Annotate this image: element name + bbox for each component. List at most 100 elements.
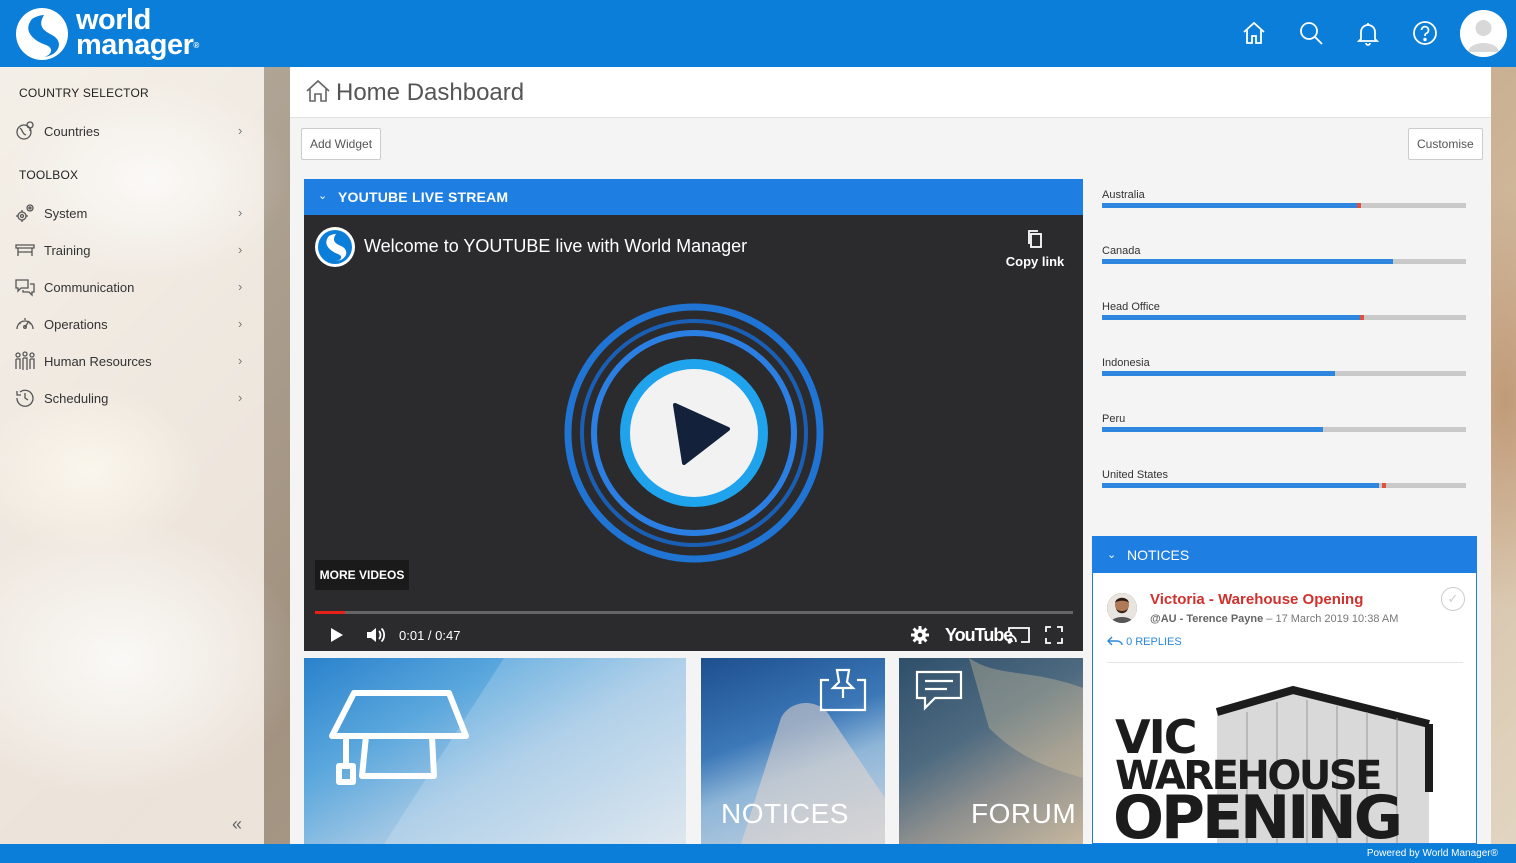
user-avatar[interactable] [1460,10,1507,57]
copy-link-button[interactable]: Copy link [1004,225,1066,273]
copy-link-label: Copy link [1005,254,1065,269]
replies-link[interactable]: 0 REPLIES [1107,636,1182,648]
training-icon [15,244,35,256]
stat-row: Head Office [1102,301,1467,341]
volume-icon[interactable] [365,625,387,645]
widget-title: YOUTUBE LIVE STREAM [338,189,509,205]
chevron-right-icon: › [238,316,243,331]
forum-tile[interactable]: FORUM [899,658,1083,844]
globe-icon [16,121,34,140]
divider [1107,662,1463,663]
user-silhouette-icon [1460,10,1507,57]
sidebar-item-human-resources[interactable]: Human Resources › [0,344,264,378]
stat-bar-marker [1382,483,1386,488]
mark-read-check-icon[interactable]: ✓ [1441,587,1465,611]
help-icon[interactable] [1411,19,1439,47]
main-panel: Home Dashboard Add Widget Customise ⌄ YO… [290,67,1491,844]
people-icon [15,351,35,370]
stat-bar-fill [1102,259,1393,264]
channel-avatar[interactable] [315,227,355,267]
youtube-logo[interactable]: YouTube [945,625,1013,646]
toolbox-title: TOOLBOX [19,168,79,182]
sidebar-item-countries[interactable]: Countries › [0,114,264,148]
gauge-icon [16,318,34,330]
more-videos-button[interactable]: MORE VIDEOS [315,560,409,590]
collapse-sidebar-icon[interactable]: « [232,814,242,835]
training-tile[interactable] [304,658,686,844]
stat-bar-fill [1102,315,1360,320]
notices-widget-header[interactable]: ⌄ NOTICES [1093,537,1476,573]
stat-label: Canada [1102,245,1141,257]
image-text-opening: OPENING [1113,783,1403,844]
home-icon[interactable] [1240,19,1268,47]
video-time: 0:01 / 0:47 [399,628,461,643]
customise-button[interactable]: Customise [1408,128,1483,160]
youtube-widget-header[interactable]: ⌄ YOUTUBE LIVE STREAM [304,179,1083,215]
search-icon[interactable] [1297,19,1325,47]
stat-row: Peru [1102,413,1467,453]
sidebar-item-label: Human Resources [44,354,152,369]
video-progress-bar[interactable] [315,611,1073,614]
stat-bar [1102,315,1466,320]
sidebar-item-label: System [44,206,88,221]
chat-icon [15,279,35,297]
stat-label: Australia [1102,189,1145,201]
stat-bar-fill [1102,203,1357,208]
home-icon [306,79,330,102]
youtube-video-player[interactable]: Welcome to YOUTUBE live with World Manag… [304,215,1083,651]
stat-bar-fill [1102,483,1379,488]
sidebar-divider [264,67,290,844]
stat-row: United States [1102,469,1467,509]
world-manager-logo[interactable]: world manager® [14,6,224,61]
stat-row: Australia [1102,189,1467,229]
logo-text: world manager® [76,6,199,61]
graduation-cap-icon [329,658,686,844]
country-selector-title: COUNTRY SELECTOR [19,86,149,100]
chevron-down-icon[interactable]: ⌄ [1107,548,1116,561]
stat-bar [1102,483,1466,488]
chevron-right-icon: › [238,123,243,138]
sidebar-item-label: Training [44,243,91,258]
sidebar-item-label: Communication [44,280,135,295]
fullscreen-icon[interactable] [1045,625,1063,645]
stat-bar-fill [1102,427,1323,432]
sidebar-item-system[interactable]: System › [0,196,264,230]
notice-image[interactable]: VIC WAREHOUSE OPENING [1107,672,1463,844]
sidebar-item-training[interactable]: Training › [0,233,264,267]
bell-icon[interactable] [1354,19,1382,47]
top-bar: world manager® [0,0,1516,67]
video-controls: 0:01 / 0:47 YouTube [304,619,1083,651]
sidebar: COUNTRY SELECTOR Countries › TOOLBOX Sys… [0,67,264,844]
sidebar-item-label: Operations [44,317,108,332]
notices-tile-label: NOTICES [721,798,849,829]
add-widget-button[interactable]: Add Widget [301,128,382,160]
widget-title: NOTICES [1127,547,1190,563]
settings-gear-icon[interactable] [910,625,930,645]
notice-title[interactable]: Victoria - Warehouse Opening [1150,591,1363,608]
logo-line-manager: manager [76,29,194,61]
notice-author[interactable]: @AU - Terence Payne [1150,613,1263,625]
forum-tile-label: FORUM [971,798,1077,829]
video-title: Welcome to YOUTUBE live with World Manag… [364,236,748,256]
chevron-down-icon[interactable]: ⌄ [318,189,327,202]
author-avatar[interactable] [1107,593,1137,623]
world-manager-logo-icon [318,230,352,264]
chevron-right-icon: › [238,390,243,405]
registered-mark: ® [193,41,199,50]
stat-bar-marker [1357,203,1361,208]
sidebar-item-communication[interactable]: Communication › [0,270,264,304]
reply-icon [1107,636,1123,646]
copy-icon [1028,230,1042,248]
play-button-artwork[interactable] [562,301,826,565]
play-icon[interactable] [329,625,345,645]
video-progress-fill [315,611,346,614]
page-title: Home Dashboard [336,79,525,106]
logo-mark-icon [16,8,68,60]
sidebar-item-operations[interactable]: Operations › [0,307,264,341]
sidebar-item-scheduling[interactable]: Scheduling › [0,381,264,415]
stat-bar [1102,203,1466,208]
notices-tile[interactable]: NOTICES [701,658,885,844]
cast-icon[interactable] [1007,625,1031,645]
stat-bar [1102,371,1466,376]
notice-date: – 17 March 2019 10:38 AM [1266,613,1399,625]
